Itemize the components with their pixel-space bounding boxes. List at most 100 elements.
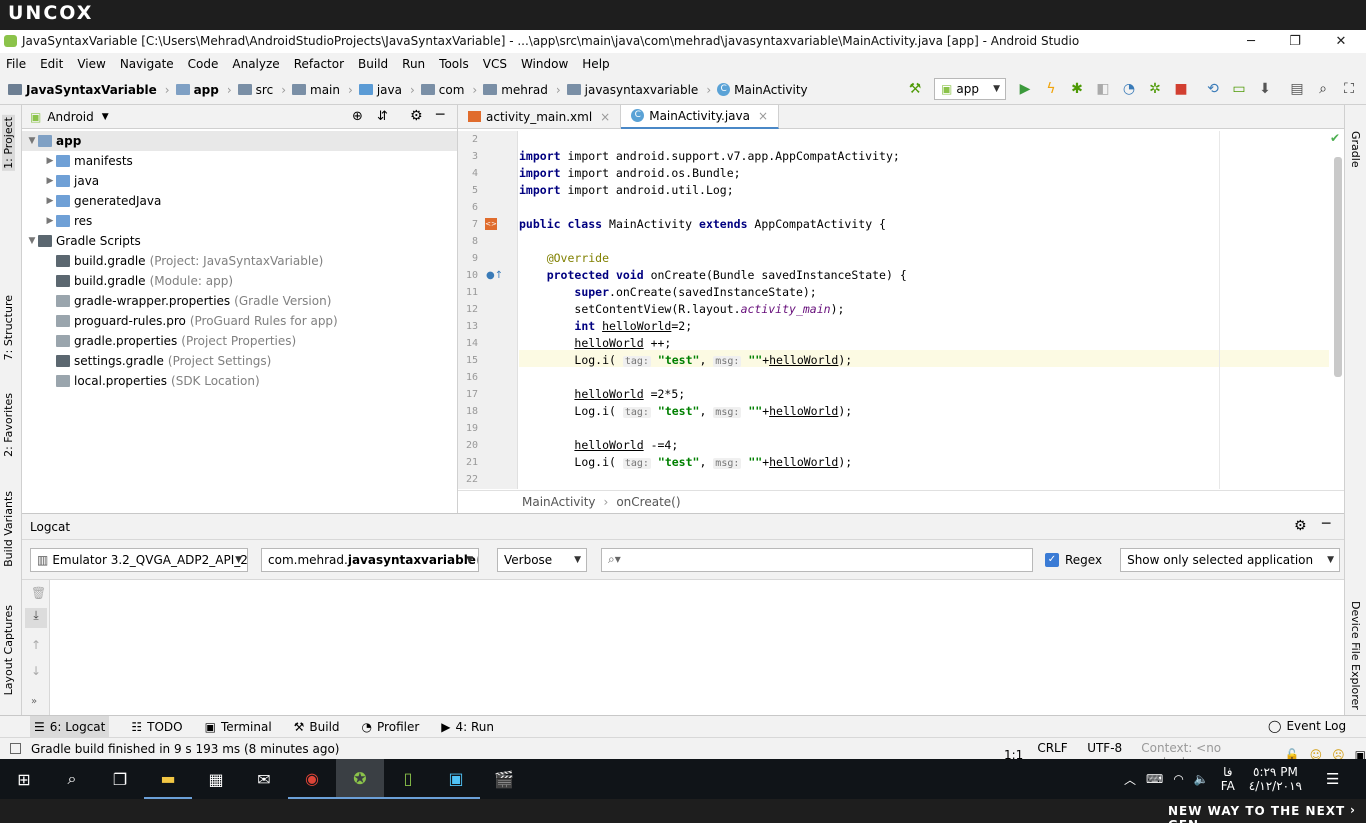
collapse-all-icon[interactable]: ⇵ (377, 109, 388, 124)
process-select[interactable]: com.mehrad.javasyntaxvariable (3▼ (261, 547, 479, 572)
video-editor-icon[interactable]: 🎬 (480, 759, 528, 799)
keyboard-icon[interactable]: ⌨ (1146, 772, 1163, 786)
tab-todo[interactable]: ☷ TODO (131, 720, 182, 734)
tree-item-build-gradle[interactable]: build.gradle (Module: app) (22, 271, 457, 291)
tree-item-proguard-rules-pro[interactable]: proguard-rules.pro (ProGuard Rules for ap… (22, 311, 457, 331)
menu-vcs[interactable]: VCS (483, 57, 507, 71)
more-icon[interactable]: » (31, 696, 37, 707)
sdk-manager-icon[interactable]: ⬇ (1252, 81, 1278, 97)
android-studio-taskbar-icon[interactable]: ✪ (336, 759, 384, 799)
tab-favorites[interactable]: 2: Favorites (2, 393, 15, 457)
debug-icon[interactable]: ✱ (1064, 81, 1090, 97)
tab-structure[interactable]: 7: Structure (2, 295, 15, 360)
hide-panel-icon[interactable]: ─ (436, 107, 444, 123)
tree-item-generatedjava[interactable]: ▶ generatedJava (22, 191, 457, 211)
up-arrow-icon[interactable]: ↑ (31, 638, 41, 652)
tab-project[interactable]: 1: Project (2, 115, 15, 171)
trash-icon[interactable]: 🗑 (31, 586, 46, 600)
tree-item-app[interactable]: ▼ app (22, 131, 457, 151)
chrome-icon[interactable]: ◉ (288, 759, 336, 799)
menu-build[interactable]: Build (358, 57, 388, 71)
collapsed-arrow-icon[interactable]: ▶ (44, 196, 56, 206)
logcat-search-field[interactable]: ⌕▾ (601, 547, 1033, 572)
breadcrumb-src[interactable]: src › (237, 83, 286, 97)
task-view-icon[interactable]: ❐ (96, 759, 144, 799)
windows-start-icon[interactable]: ⊞ (0, 759, 48, 799)
gear-icon[interactable]: ⚙ (410, 108, 423, 124)
menu-run[interactable]: Run (402, 57, 425, 71)
breadcrumb-javasyntaxvariable[interactable]: javasyntaxvariable › (566, 83, 711, 97)
apply-changes-icon[interactable]: ϟ (1038, 81, 1064, 97)
editor-scrollbar[interactable] (1334, 157, 1342, 377)
tab-build-variants[interactable]: Build Variants (2, 491, 15, 567)
tab-logcat[interactable]: ☰ 6: Logcat (30, 716, 110, 737)
tree-item-gradle-properties[interactable]: gradle.properties (Project Properties) (22, 331, 457, 351)
tree-item-gradle-wrapper-properties[interactable]: gradle-wrapper.properties (Gradle Version… (22, 291, 457, 311)
status-message[interactable]: Gradle build finished in 9 s 193 ms (8 m… (31, 742, 339, 756)
close-tab-icon[interactable]: × (600, 110, 610, 124)
tree-item-build-gradle[interactable]: build.gradle (Project: JavaSyntaxVariable… (22, 251, 457, 271)
make-project-icon[interactable]: ⚒ (902, 81, 928, 97)
down-arrow-icon[interactable]: ↓ (31, 664, 41, 678)
editor-crumb-class[interactable]: MainActivity (522, 495, 596, 509)
chevron-down-icon[interactable]: ▼ (102, 112, 109, 122)
menu-refactor[interactable]: Refactor (294, 57, 344, 71)
stop-icon[interactable]: ■ (1168, 81, 1194, 97)
wifi-icon[interactable]: ◠ (1173, 772, 1183, 786)
minimize-button[interactable]: ─ (1228, 30, 1274, 53)
close-button[interactable]: ✕ (1318, 30, 1364, 53)
file-explorer-icon[interactable]: ▬ (144, 759, 192, 799)
mail-icon[interactable]: ✉ (240, 759, 288, 799)
close-tab-icon[interactable]: × (758, 109, 768, 123)
scroll-from-source-icon[interactable]: ⊕ (352, 109, 363, 124)
tree-item-settings-gradle[interactable]: settings.gradle (Project Settings) (22, 351, 457, 371)
device-select[interactable]: ▥ Emulator 3.2_QVGA_ADP2_API_2 ▼ (30, 547, 248, 572)
action-center-icon[interactable]: ☰ (1326, 770, 1339, 788)
tab-gradle[interactable]: Gradle (1349, 131, 1362, 168)
sync-gradle-icon[interactable]: ⟲ (1200, 81, 1226, 97)
breadcrumb-mainactivity[interactable]: C MainActivity (717, 83, 808, 97)
attach-process-icon[interactable]: ✲ (1142, 81, 1168, 97)
tab-activity-main-xml[interactable]: activity_main.xml × (458, 104, 622, 129)
menu-view[interactable]: View (77, 57, 105, 71)
volume-icon[interactable]: 🔈 (1194, 772, 1209, 786)
hide-panel-icon[interactable]: ─ (1322, 516, 1330, 532)
scroll-to-end-icon[interactable]: ⤓ (25, 608, 47, 628)
expanded-arrow-icon[interactable]: ▼ (26, 236, 38, 246)
profile-icon[interactable]: ◔ (1116, 81, 1142, 97)
restore-button[interactable]: ❐ (1272, 30, 1318, 53)
breadcrumb-com[interactable]: com › (420, 83, 477, 97)
override-gutter-icon[interactable]: ●↑ (486, 270, 503, 281)
search-everywhere-icon[interactable]: ⌕ (1310, 81, 1336, 97)
run-icon[interactable]: ▶ (1012, 81, 1038, 97)
menu-code[interactable]: Code (188, 57, 219, 71)
control-panel-icon[interactable]: ▣ (432, 759, 480, 799)
tab-run[interactable]: ▶ 4: Run (441, 720, 494, 734)
attach-debugger-icon[interactable]: ◧ (1090, 81, 1116, 97)
tab-event-log[interactable]: ◯ Event Log (1268, 719, 1346, 733)
tree-item-gradle-scripts[interactable]: ▼ Gradle Scripts (22, 231, 457, 251)
breadcrumb-app[interactable]: app › (175, 83, 232, 97)
menu-navigate[interactable]: Navigate (120, 57, 174, 71)
tree-item-local-properties[interactable]: local.properties (SDK Location) (22, 371, 457, 391)
tab-mainactivity-java[interactable]: C MainActivity.java × (621, 104, 780, 129)
search-icon[interactable]: ⌕ (48, 759, 96, 799)
breadcrumb-java[interactable]: java › (358, 83, 415, 97)
status-toggle-icon[interactable] (10, 743, 21, 754)
avd-manager-icon[interactable]: ▭ (1226, 81, 1252, 97)
menu-analyze[interactable]: Analyze (232, 57, 279, 71)
breadcrumb-project[interactable]: JavaSyntaxVariable › (8, 83, 170, 97)
code-editor[interactable]: import import android.support.v7.app.App… (519, 131, 1329, 489)
regex-checkbox[interactable]: ✓ Regex (1045, 552, 1102, 567)
layout-gutter-icon[interactable]: <> (485, 218, 497, 230)
menu-help[interactable]: Help (582, 57, 609, 71)
project-structure-icon[interactable]: ▤ (1284, 81, 1310, 97)
tree-item-java[interactable]: ▶ java (22, 171, 457, 191)
language-indicator[interactable]: فا FA (1221, 765, 1235, 793)
filter-select[interactable]: Show only selected application ▼ (1120, 547, 1341, 572)
menu-window[interactable]: Window (521, 57, 568, 71)
menu-tools[interactable]: Tools (439, 57, 469, 71)
emulator-icon[interactable]: ▯ (384, 759, 432, 799)
collapsed-arrow-icon[interactable]: ▶ (44, 156, 56, 166)
logcat-output[interactable] (50, 580, 1344, 716)
